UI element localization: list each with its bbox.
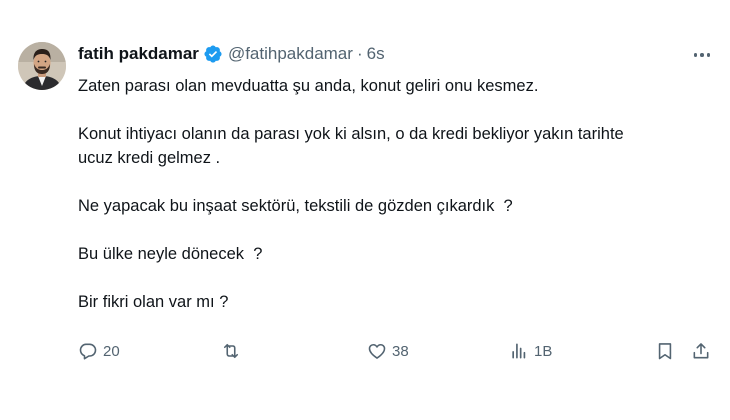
reply-count: 20 <box>103 342 120 360</box>
reply-button[interactable]: 20 <box>78 339 120 363</box>
avatar-image <box>18 42 66 90</box>
tweet-timestamp[interactable]: 6s <box>367 44 385 64</box>
verified-badge-icon <box>203 44 223 64</box>
tweet-header: fatih pakdamar @fatihpakdamar · 6s <box>78 42 385 66</box>
like-count: 38 <box>392 342 409 360</box>
author-handle[interactable]: @fatihpakdamar <box>228 44 353 64</box>
bookmark-button[interactable] <box>655 339 675 363</box>
share-icon <box>693 343 709 359</box>
views-icon <box>512 343 526 359</box>
bookmark-icon <box>658 343 672 360</box>
share-button[interactable] <box>691 339 711 363</box>
views-button[interactable]: 1B <box>509 339 552 363</box>
tweet-paragraph: Zaten parası olan mevduatta şu anda, kon… <box>78 77 539 95</box>
tweet-paragraph: Konut ihtiyacı olanın da parası yok ki a… <box>78 125 624 167</box>
tweet-text: Zaten parası olan mevduatta şu anda, kon… <box>78 74 698 314</box>
like-button[interactable]: 38 <box>367 339 409 363</box>
repost-button[interactable] <box>220 339 247 363</box>
reply-icon <box>79 343 97 360</box>
tweet-paragraph: Ne yapacak bu inşaat sektörü, tekstili d… <box>78 197 513 215</box>
tweet-paragraph: Bir fikri olan var mı ? <box>78 293 229 311</box>
views-count: 1B <box>534 342 553 360</box>
separator-dot: · <box>356 44 363 63</box>
tweet-card: fatih pakdamar @fatihpakdamar · 6s Zaten… <box>0 0 730 420</box>
like-icon <box>368 343 386 359</box>
repost-icon <box>223 343 239 359</box>
more-icon[interactable] <box>691 46 713 64</box>
tweet-paragraph: Bu ülke neyle dönecek ? <box>78 245 263 263</box>
avatar[interactable] <box>18 42 66 90</box>
tweet-actions: 20 38 1B <box>0 339 730 363</box>
author-name[interactable]: fatih pakdamar <box>78 44 199 64</box>
